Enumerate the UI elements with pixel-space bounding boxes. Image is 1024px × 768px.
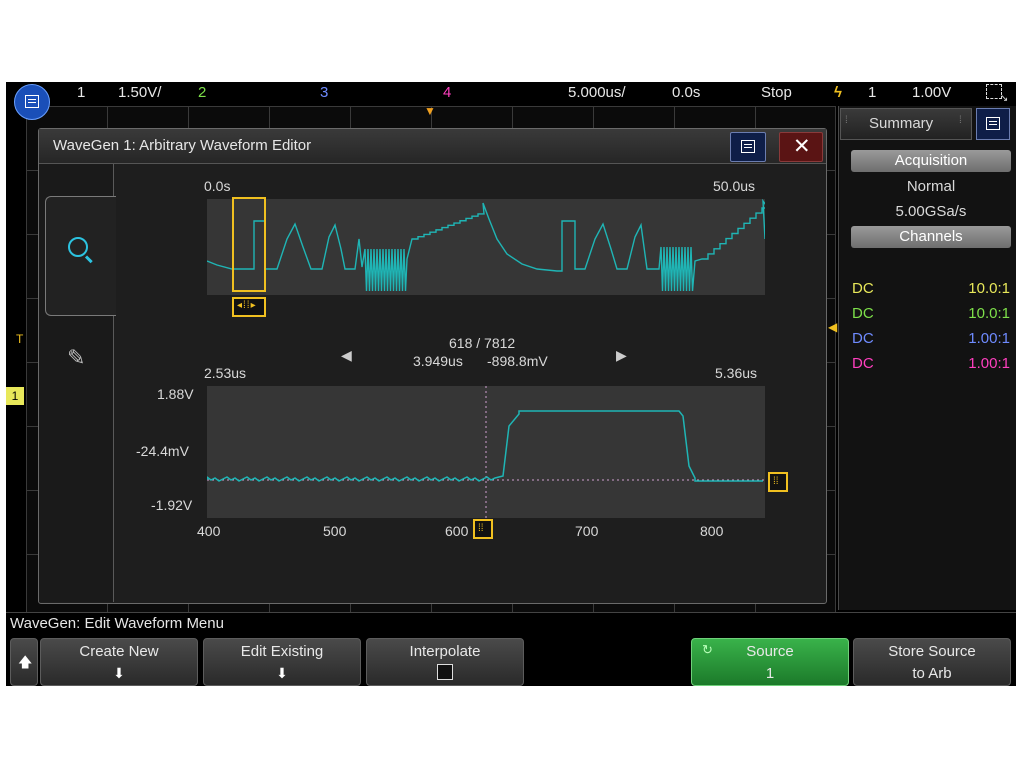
oscilloscope-screen: 1 1.50V/ 2 3 4 5.000us/ 0.0s Stop ϟ 1 1.…	[6, 82, 1016, 686]
source-label: Source	[746, 643, 794, 660]
up-arrow-icon: 🡅	[18, 654, 33, 670]
channel-probe-ratio: 10.0:1	[968, 280, 1010, 297]
next-point-button[interactable]: ▶	[616, 347, 627, 364]
detail-trace	[207, 386, 765, 518]
create-new-button[interactable]: Create New ⬇	[40, 638, 198, 686]
acquisition-header[interactable]: Acquisition	[851, 150, 1011, 172]
down-arrow-icon: ⬇	[276, 665, 288, 681]
channel-probe-ratio: 1.00:1	[968, 330, 1010, 347]
menu-icon	[986, 117, 1000, 130]
editor-menu-button[interactable]	[730, 132, 766, 162]
editor-title: WaveGen 1: Arbitrary Waveform Editor	[53, 137, 312, 154]
pencil-icon: ✎	[67, 345, 86, 370]
editor-close-button[interactable]: ✕	[779, 132, 823, 162]
point-index: 618 / 7812	[449, 335, 516, 351]
detail-start-time: 2.53us	[204, 365, 247, 381]
prev-point-button[interactable]: ◀	[341, 347, 352, 364]
trigger-level[interactable]: 1.00V	[912, 82, 951, 104]
create-new-label: Create New	[79, 643, 159, 660]
channels-header[interactable]: Channels	[851, 226, 1011, 248]
point-time: 3.949us	[413, 353, 463, 369]
acquisition-mode: Normal	[906, 178, 956, 195]
trigger-level-marker-icon: T	[16, 332, 24, 346]
ch-level-marker-icon: ◀	[828, 320, 838, 334]
store-source-label: Store Source	[888, 643, 976, 660]
drag-handle-icon: ◂⁞⁞▸	[237, 300, 257, 311]
y-label-mid: -24.4mV	[136, 443, 189, 459]
sample-rate: 5.00GSa/s	[895, 203, 967, 220]
store-source-button[interactable]: Store Source to Arb	[853, 638, 1011, 686]
channel-coupling: DC	[852, 305, 874, 322]
detail-end-time: 5.36us	[715, 365, 758, 381]
ch3-number[interactable]: 3	[320, 82, 328, 104]
channel-coupling: DC	[852, 330, 874, 347]
arb-waveform-editor-dialog: WaveGen 1: Arbitrary Waveform Editor ✕ ✎…	[38, 128, 827, 604]
grip-icon: ⁞	[845, 115, 848, 126]
channel-probe-ratio: 10.0:1	[968, 305, 1010, 322]
x-label-800: 800	[700, 523, 724, 539]
overview-zoom-window[interactable]	[232, 197, 266, 292]
overview-start-time: 0.0s	[204, 178, 231, 194]
interpolate-checkbox[interactable]	[437, 664, 453, 680]
run-state[interactable]: Stop	[761, 82, 792, 104]
edit-tool-tab[interactable]: ✎	[59, 341, 99, 381]
interpolate-button[interactable]: Interpolate	[366, 638, 524, 686]
drag-handle-icon: ⁞⁞	[478, 523, 484, 534]
menu-icon	[25, 95, 39, 108]
summary-tab-label: Summary	[869, 115, 934, 132]
trigger-channel[interactable]: 1	[868, 82, 876, 104]
ch4-number[interactable]: 4	[443, 82, 451, 104]
down-arrow-icon: ⬇	[113, 665, 125, 681]
menu-icon	[741, 140, 755, 153]
channel-coupling: DC	[852, 355, 874, 372]
menu-title: WaveGen: Edit Waveform Menu	[10, 615, 224, 632]
ch1-number[interactable]: 1	[77, 82, 85, 104]
editor-title-bar: WaveGen 1: Arbitrary Waveform Editor ✕	[39, 129, 826, 164]
x-label-700: 700	[575, 523, 599, 539]
top-status-bar: 1 1.50V/ 2 3 4 5.000us/ 0.0s Stop ϟ 1 1.…	[6, 82, 1016, 120]
close-icon: ✕	[793, 135, 811, 158]
back-button[interactable]: 🡅	[10, 638, 38, 686]
store-source-sub-label: to Arb	[912, 665, 952, 682]
x-label-400: 400	[197, 523, 221, 539]
edit-existing-button[interactable]: Edit Existing ⬇	[203, 638, 361, 686]
channel-row-2[interactable]: DC 10.0:1	[852, 303, 1010, 325]
overview-trace	[207, 199, 765, 292]
channel-probe-ratio: 1.00:1	[968, 355, 1010, 372]
source-value: 1	[765, 665, 775, 682]
expand-arrow-icon: ↘	[1000, 93, 1009, 104]
y-label-bottom: -1.92V	[151, 497, 193, 513]
drag-handle-icon: ⁞⁞	[773, 476, 779, 487]
x-label-600: 600	[445, 523, 469, 539]
summary-tab[interactable]: ⁞ Summary ⁞	[840, 108, 972, 140]
y-cursor-handle[interactable]: ⁞⁞	[768, 472, 788, 492]
main-menu-button[interactable]	[14, 84, 50, 120]
zoom-tool-tab[interactable]	[45, 196, 116, 316]
channel-coupling: DC	[852, 280, 874, 297]
timebase-scale[interactable]: 5.000us/	[568, 82, 626, 104]
y-label-top: 1.88V	[157, 386, 194, 402]
x-cursor-handle[interactable]: ⁞⁞	[473, 519, 493, 539]
trigger-edge-icon: ϟ	[834, 84, 842, 101]
x-label-500: 500	[323, 523, 347, 539]
channel-row-3[interactable]: DC 1.00:1	[852, 328, 1010, 350]
time-delay[interactable]: 0.0s	[672, 82, 700, 104]
ch1-ground-marker: 1	[6, 387, 24, 405]
trigger-position-marker-icon: ▼	[424, 104, 436, 118]
channel-row-4[interactable]: DC 1.00:1	[852, 353, 1010, 375]
source-button[interactable]: ↻ Source 1	[691, 638, 849, 686]
search-icon	[68, 237, 88, 257]
grip-icon: ⁞	[959, 115, 962, 126]
summary-menu-button[interactable]	[976, 108, 1010, 140]
interpolate-label: Interpolate	[409, 643, 481, 660]
point-value: -898.8mV	[487, 353, 548, 369]
ch2-number[interactable]: 2	[198, 82, 206, 104]
zoom-window-handle[interactable]: ◂⁞⁞▸	[232, 297, 266, 317]
overview-end-time: 50.0us	[713, 178, 756, 194]
ch1-scale[interactable]: 1.50V/	[118, 82, 161, 104]
edit-existing-label: Edit Existing	[240, 643, 324, 660]
channel-row-1[interactable]: DC 10.0:1	[852, 278, 1010, 300]
